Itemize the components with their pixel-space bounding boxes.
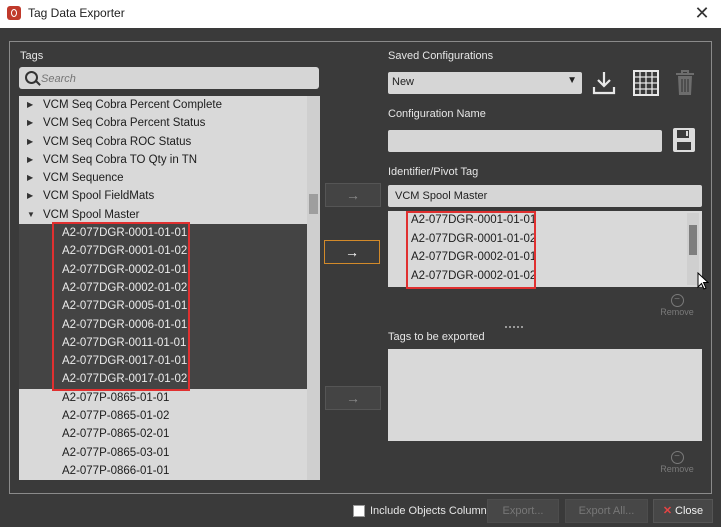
- include-objects-checkbox[interactable]: [353, 505, 365, 517]
- expand-right-icon[interactable]: ▶: [27, 114, 33, 132]
- identifier-pivot-value: VCM Spool Master: [395, 190, 488, 202]
- tags-to-export-list[interactable]: [388, 349, 702, 441]
- expand-right-icon[interactable]: ▶: [27, 169, 33, 187]
- arrow-right-icon: →: [346, 390, 360, 406]
- tree-item-label: VCM Sequence: [43, 172, 124, 185]
- tree-leaf-item[interactable]: A2-077P-0865-02-01: [19, 425, 307, 443]
- download-icon[interactable]: [591, 70, 617, 96]
- remove-identifier-button[interactable]: − Remove: [656, 294, 698, 317]
- tree-item-label: VCM Spool FieldMats: [43, 190, 155, 203]
- search-icon: [25, 71, 38, 84]
- scrollbar-thumb[interactable]: [689, 225, 697, 255]
- export-button[interactable]: Export...: [487, 499, 559, 523]
- close-icon: ✕: [662, 505, 673, 517]
- expand-down-icon[interactable]: ▼: [27, 206, 35, 224]
- tree-group-item[interactable]: ▶ VCM Seq Cobra TO Qty in TN: [19, 151, 307, 169]
- expand-right-icon[interactable]: ▶: [27, 96, 33, 114]
- arrow-right-icon: →: [346, 187, 360, 203]
- remove-label: Remove: [660, 464, 694, 474]
- tree-item-label: VCM Seq Cobra Percent Status: [43, 117, 206, 130]
- configuration-name-label: Configuration Name: [388, 108, 486, 120]
- search-box[interactable]: [19, 67, 319, 89]
- tags-label: Tags: [20, 50, 44, 62]
- tree-item-label: VCM Seq Cobra TO Qty in TN: [43, 153, 198, 166]
- expand-right-icon[interactable]: ▶: [27, 133, 33, 151]
- expand-right-icon[interactable]: ▶: [27, 187, 33, 205]
- highlight-box-left: [52, 222, 190, 391]
- tags-to-export-label: Tags to be exported: [388, 331, 485, 343]
- identifier-pivot-label: Identifier/Pivot Tag: [388, 166, 479, 178]
- identifier-pivot-field[interactable]: VCM Spool Master: [388, 185, 702, 207]
- saved-configuration-value: New: [392, 76, 415, 88]
- tree-group-item[interactable]: ▶ VCM Seq Cobra ROC Status: [19, 133, 307, 151]
- save-icon[interactable]: [672, 126, 696, 154]
- tree-item-label: VCM Seq Cobra ROC Status: [43, 135, 192, 148]
- tree-item-label: A2-077P-0865-02-01: [62, 428, 170, 441]
- tree-item-label: VCM Seq Cobra Percent Complete: [43, 99, 222, 111]
- remove-export-button[interactable]: − Remove: [656, 451, 698, 474]
- include-objects-label: Include Objects Column: [370, 505, 487, 517]
- tree-item-label: A2-077P-0865-03-01: [62, 446, 170, 459]
- tag-tree-scrollbar[interactable]: [307, 96, 320, 480]
- tree-group-item[interactable]: ▶ VCM Spool FieldMats: [19, 187, 307, 205]
- window-close-icon[interactable]: ✕: [692, 3, 712, 23]
- tree-leaf-item[interactable]: A2-077P-0865-01-01: [19, 389, 307, 407]
- remove-label: Remove: [660, 307, 694, 317]
- splitter-handle[interactable]: [505, 326, 523, 330]
- add-to-export-button[interactable]: →: [325, 386, 381, 410]
- tree-item-label: A2-077P-0865-01-01: [62, 391, 170, 404]
- window-title: Tag Data Exporter: [28, 6, 125, 20]
- app-icon: [7, 6, 21, 20]
- saved-configurations-label: Saved Configurations: [388, 50, 494, 62]
- expand-right-icon[interactable]: ▶: [27, 151, 33, 169]
- add-to-identifier-disabled-button[interactable]: →: [325, 183, 381, 207]
- tree-item-label: A2-077P-0865-01-02: [62, 410, 170, 423]
- add-to-identifier-button[interactable]: →: [324, 240, 380, 264]
- chevron-down-icon: ▼: [567, 75, 577, 86]
- table-icon[interactable]: [633, 70, 659, 96]
- close-label: Close: [675, 505, 704, 517]
- trash-icon[interactable]: [674, 69, 696, 97]
- saved-configurations-select[interactable]: New ▼: [388, 72, 582, 94]
- scrollbar-thumb[interactable]: [309, 194, 318, 214]
- tree-leaf-item[interactable]: A2-077P-0866-01-01: [19, 462, 307, 480]
- tree-group-item[interactable]: ▶ VCM Seq Cobra Percent Complete: [19, 96, 307, 114]
- close-button[interactable]: ✕ Close: [653, 499, 713, 523]
- arrow-right-icon: →: [345, 244, 359, 260]
- search-input[interactable]: [39, 69, 313, 89]
- tree-group-item[interactable]: ▶ VCM Seq Cobra Percent Status: [19, 114, 307, 132]
- highlight-box-right: [406, 211, 536, 289]
- minus-circle-icon: −: [670, 451, 684, 464]
- tree-leaf-item[interactable]: A2-077P-0865-01-02: [19, 407, 307, 425]
- configuration-name-input[interactable]: [388, 130, 662, 152]
- export-all-button[interactable]: Export All...: [565, 499, 648, 523]
- tree-leaf-item[interactable]: A2-077P-0865-03-01: [19, 444, 307, 462]
- minus-circle-icon: −: [670, 294, 684, 307]
- title-bar: Tag Data Exporter ✕: [0, 0, 721, 28]
- tree-group-item[interactable]: ▶ VCM Sequence: [19, 169, 307, 187]
- tree-item-label: A2-077P-0866-01-01: [62, 464, 170, 477]
